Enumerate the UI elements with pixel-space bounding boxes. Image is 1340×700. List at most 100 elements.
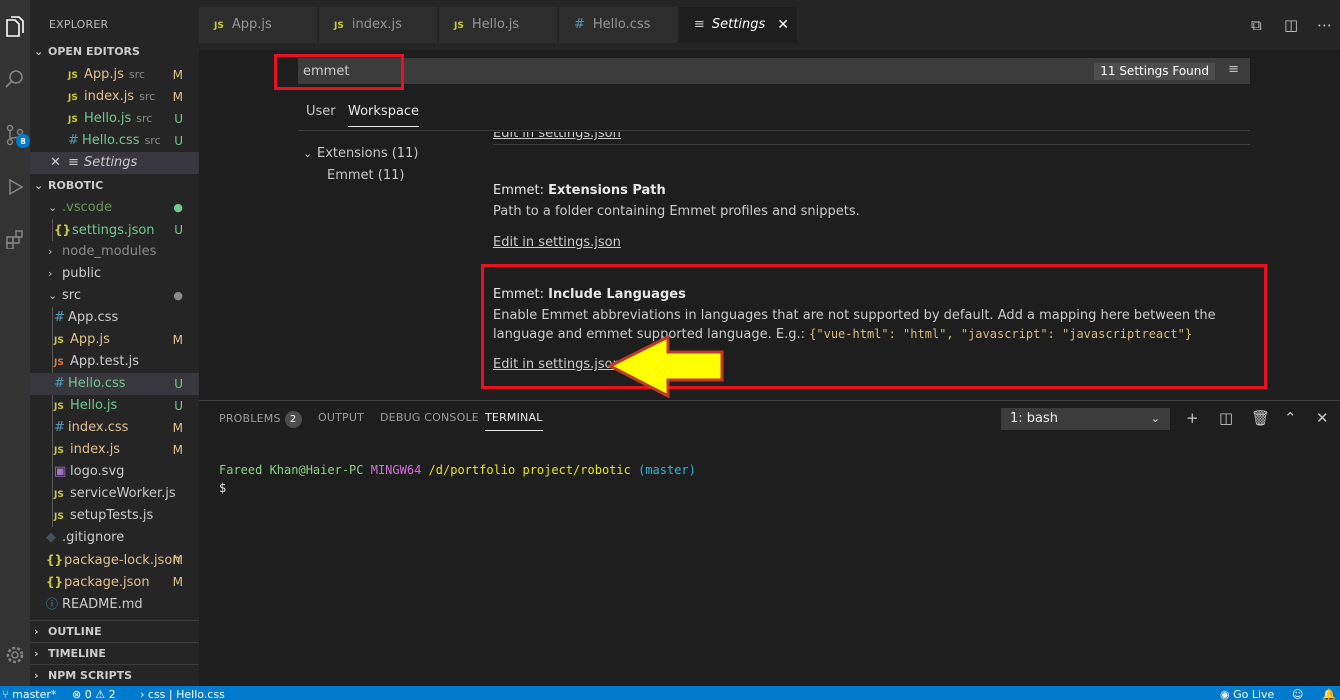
explorer-sidebar: EXPLORER ⌄OPEN EDITORS JSApp.jssrcM JSin…: [30, 0, 199, 686]
close-panel-icon[interactable]: ✕: [1316, 409, 1329, 427]
tab-workspace[interactable]: Workspace: [348, 104, 419, 127]
setting-title-extensions-path: Emmet: Extensions Path: [493, 183, 666, 198]
open-editor-item[interactable]: JSindex.jssrcM: [30, 86, 199, 108]
problems-status[interactable]: ⊗ 0 ⚠ 2: [72, 686, 116, 700]
js-file-icon: JS: [54, 330, 70, 352]
npm-scripts-header[interactable]: ›NPM SCRIPTS: [30, 664, 199, 686]
terminal-select[interactable]: 1: bash⌄: [1001, 408, 1170, 430]
open-editor-item[interactable]: #Hello.csssrcU: [30, 130, 199, 152]
tab-index-js[interactable]: JSindex.js: [319, 7, 438, 43]
go-live-button[interactable]: ◉ Go Live: [1220, 686, 1274, 700]
css-file-icon: #: [574, 17, 585, 32]
extensions-icon[interactable]: [0, 224, 30, 254]
divider: [493, 144, 1250, 145]
tree-file[interactable]: JSHello.jsU: [30, 395, 199, 417]
tree-file[interactable]: {}package-lock.jsonM: [30, 549, 199, 571]
tree-folder[interactable]: ›public: [30, 263, 199, 285]
bottom-panel: PROBLEMS2 OUTPUT DEBUG CONSOLE TERMINAL …: [199, 400, 1340, 686]
more-actions-icon[interactable]: ⋯: [1317, 16, 1332, 34]
explorer-icon[interactable]: [0, 12, 30, 42]
info-icon: ⓘ: [46, 593, 62, 615]
chevron-down-icon: ⌄: [1151, 408, 1160, 430]
tree-folder[interactable]: ›node_modules: [30, 241, 199, 263]
tree-file[interactable]: ▣logo.svg: [30, 461, 199, 483]
branch-status[interactable]: ⑂ master*: [2, 686, 56, 700]
gear-icon[interactable]: [0, 640, 30, 670]
tree-file-selected[interactable]: #Hello.cssU: [30, 373, 199, 395]
open-editor-item[interactable]: JSApp.jssrcM: [30, 64, 199, 86]
open-editor-item[interactable]: JSHello.jssrcU: [30, 108, 199, 130]
feedback-icon[interactable]: ☺: [1292, 686, 1303, 700]
broadcast-icon: ◉: [1220, 688, 1233, 700]
close-icon[interactable]: ✕: [50, 152, 68, 174]
tree-folder[interactable]: ⌄src●: [30, 285, 199, 307]
edit-in-settings-link[interactable]: Edit in settings.json: [493, 357, 621, 372]
modified-dot: ●: [173, 197, 183, 219]
tree-file[interactable]: {}settings.jsonU: [30, 219, 199, 241]
tree-file[interactable]: JSApp.test.js: [30, 351, 199, 373]
json-file-icon: {}: [46, 549, 64, 571]
project-header[interactable]: ⌄ROBOTIC: [30, 175, 199, 197]
clear-filter-icon[interactable]: ≡: [1228, 62, 1239, 77]
tree-file[interactable]: ⓘREADME.md: [30, 593, 199, 615]
split-editor-icon[interactable]: ◫: [1284, 16, 1298, 34]
settings-editor: 11 Settings Found ≡ User Workspace ⌄Exte…: [199, 50, 1340, 400]
activity-bar: 8: [0, 0, 30, 686]
source-control-icon[interactable]: 8: [0, 120, 30, 150]
new-terminal-icon[interactable]: +: [1186, 409, 1199, 427]
js-file-icon: JS: [54, 440, 70, 462]
warning-icon: ⚠: [92, 688, 109, 700]
tab-settings[interactable]: ≡Settings ✕: [679, 7, 798, 43]
tree-file[interactable]: #index.cssM: [30, 417, 199, 439]
test-file-icon: JS: [54, 352, 70, 374]
open-settings-json-icon[interactable]: ⧉: [1251, 16, 1262, 34]
timeline-header[interactable]: ›TIMELINE: [30, 642, 199, 664]
outline-header[interactable]: ›OUTLINE: [30, 620, 199, 642]
tree-file[interactable]: {}package.jsonM: [30, 571, 199, 593]
edit-in-settings-link-partial[interactable]: Edit in settings.json: [493, 132, 621, 142]
maximize-panel-icon[interactable]: ⌃: [1284, 409, 1297, 427]
tree-file[interactable]: JSindex.jsM: [30, 439, 199, 461]
tree-file[interactable]: JSsetupTests.js: [30, 505, 199, 527]
terminal-input-line[interactable]: $: [219, 481, 226, 495]
chevron-right-icon: ›: [48, 263, 62, 285]
tree-file[interactable]: JSApp.jsM: [30, 329, 199, 351]
tab-problems[interactable]: PROBLEMS2: [219, 411, 302, 428]
tree-folder[interactable]: ⌄.vscode●: [30, 197, 199, 219]
settings-file-icon: ≡: [68, 152, 84, 174]
tab-app-js[interactable]: JSApp.js: [199, 7, 318, 43]
open-editor-item-settings[interactable]: ✕≡Settings: [30, 152, 199, 174]
toc-emmet[interactable]: Emmet (11): [327, 168, 404, 183]
json-file-icon: {}: [46, 571, 64, 593]
settings-search: 11 Settings Found ≡: [298, 58, 1250, 84]
bell-icon[interactable]: 🔔: [1322, 686, 1336, 700]
trash-icon[interactable]: 🗑: [1251, 409, 1270, 427]
tab-hello-js[interactable]: JSHello.js: [439, 7, 558, 43]
chevron-right-icon: ›: [140, 688, 148, 700]
edit-in-settings-link[interactable]: Edit in settings.json: [493, 235, 621, 250]
js-file-icon: JS: [68, 87, 84, 109]
tree-file[interactable]: JSserviceWorker.js: [30, 483, 199, 505]
chevron-right-icon: ›: [48, 241, 62, 263]
tab-terminal[interactable]: TERMINAL: [485, 411, 543, 431]
close-icon[interactable]: ✕: [777, 7, 789, 43]
split-terminal-icon[interactable]: ◫: [1219, 409, 1233, 427]
tab-hello-css[interactable]: #Hello.css: [559, 7, 678, 43]
chevron-down-icon: ⌄: [34, 41, 48, 63]
search-icon[interactable]: [0, 64, 30, 94]
css-file-icon: #: [54, 417, 68, 439]
breadcrumb-status[interactable]: › css | Hello.css: [140, 686, 225, 700]
yellow-arrow-annotation: [608, 335, 726, 399]
tree-file[interactable]: ◆.gitignore: [30, 527, 199, 549]
tab-output[interactable]: OUTPUT: [318, 411, 364, 424]
error-icon: ⊗: [72, 688, 85, 700]
toc-extensions[interactable]: ⌄Extensions (11): [303, 146, 418, 161]
css-file-icon: #: [54, 373, 68, 395]
status-bar: ⑂ master* ⊗ 0 ⚠ 2 › css | Hello.css ◉ Go…: [0, 686, 1340, 700]
tab-user[interactable]: User: [306, 104, 336, 119]
run-debug-icon[interactable]: [0, 172, 30, 202]
tab-debug-console[interactable]: DEBUG CONSOLE: [380, 411, 479, 424]
tree-file[interactable]: #App.css: [30, 307, 199, 329]
js-file-icon: JS: [54, 506, 70, 528]
open-editors-header[interactable]: ⌄OPEN EDITORS: [30, 41, 199, 63]
